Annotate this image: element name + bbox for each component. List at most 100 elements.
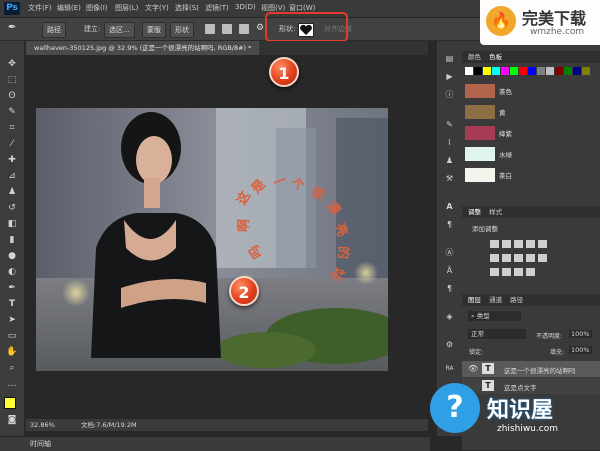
eye-icon[interactable]: 👁 (468, 364, 478, 373)
gradient-tool-icon[interactable]: ▮ (5, 235, 19, 246)
blur-tool-icon[interactable]: ● (5, 251, 19, 262)
document-tab[interactable]: wallhaven-350125.jpg @ 32.9% (这是一个很漂亮的站啊… (26, 41, 260, 55)
fill-input[interactable]: 100% (569, 346, 592, 354)
stamp-tool-icon[interactable]: ♟ (5, 187, 19, 198)
clone-source-icon[interactable]: ♟ (444, 155, 455, 166)
swatch[interactable] (492, 67, 500, 75)
tab-adjustments[interactable]: 调整 (462, 208, 481, 216)
opacity-input[interactable]: 100% (569, 330, 592, 338)
zoom-tool-icon[interactable]: ⌕ (5, 363, 19, 374)
swatch[interactable] (555, 67, 563, 75)
mode-select[interactable]: 路径 (42, 22, 66, 38)
zoom-level[interactable]: 32.86% (30, 419, 55, 431)
text-on-path[interactable]: 这 是 一 个 很 漂 亮 的 站 啊 吗 (36, 108, 388, 371)
layer-filter-select[interactable]: ⌕ 类型 (468, 311, 521, 321)
menu-image[interactable]: 图像(I) (86, 3, 108, 13)
more-tools-icon[interactable]: … (5, 379, 19, 390)
tab-color[interactable]: 颜色 (462, 53, 481, 61)
foreground-color[interactable] (4, 397, 16, 409)
channel-mixer-icon[interactable] (538, 254, 547, 262)
posterize-icon[interactable] (502, 268, 511, 276)
move-tool-icon[interactable]: ✥ (5, 59, 19, 70)
char-style-icon[interactable]: Ä (444, 265, 455, 276)
curves-icon[interactable] (514, 240, 523, 248)
glyphs-icon[interactable]: Ⓐ (444, 247, 455, 258)
eyedropper-tool-icon[interactable]: ⁄ (5, 139, 19, 150)
swatch[interactable] (474, 67, 482, 75)
color-row[interactable]: 黄 (465, 103, 593, 121)
swatch[interactable] (537, 67, 545, 75)
pen-tool-preset-icon[interactable]: ✒ (8, 22, 24, 36)
crop-tool-icon[interactable]: ⌗ (5, 123, 19, 134)
brush-preset-icon[interactable]: ✎ (444, 119, 455, 130)
marquee-tool-icon[interactable]: ⬚ (5, 75, 19, 86)
tab-paths[interactable]: 路径 (504, 296, 523, 304)
menu-edit[interactable]: 编辑(E) (57, 3, 81, 13)
document-canvas[interactable]: 这 是 一 个 很 漂 亮 的 站 啊 吗 2 (36, 108, 388, 371)
swatch[interactable] (573, 67, 581, 75)
path-alignment-icon[interactable] (222, 24, 232, 34)
brightness-icon[interactable] (490, 240, 499, 248)
ra-icon[interactable]: RA (444, 363, 455, 374)
dodge-tool-icon[interactable]: ◐ (5, 267, 19, 278)
blend-mode-select[interactable]: 正常 (468, 329, 526, 339)
hue-saturation-icon[interactable] (490, 254, 499, 262)
photo-filter-icon[interactable] (526, 254, 535, 262)
history-brush-icon[interactable]: ↺ (5, 203, 19, 214)
color-row[interactable]: 绛紫 (465, 124, 593, 142)
vibrance-icon[interactable] (538, 240, 547, 248)
levels-icon[interactable] (502, 240, 511, 248)
shape-tool-icon[interactable]: ▭ (5, 331, 19, 342)
menu-type[interactable]: 文字(Y) (145, 3, 169, 13)
swatch[interactable] (510, 67, 518, 75)
make-selection-button[interactable]: 选区... (104, 22, 135, 38)
properties-icon[interactable]: ⚙ (444, 339, 455, 350)
color-row[interactable]: 茶白 (465, 166, 593, 184)
healing-tool-icon[interactable]: ✚ (5, 155, 19, 166)
menu-layer[interactable]: 图层(L) (115, 3, 138, 13)
pen-tool-icon[interactable]: ✒ (5, 283, 19, 294)
path-operations-icon[interactable] (205, 24, 215, 34)
tab-layers[interactable]: 图层 (462, 296, 481, 304)
3d-icon[interactable]: ◈ (444, 311, 455, 322)
history-icon[interactable]: ▤ (444, 53, 455, 64)
layer-row[interactable]: 👁 T 这是一个很漂亮的站啊吗 (462, 361, 600, 377)
actions-icon[interactable]: ▶ (444, 71, 455, 82)
swatch[interactable] (465, 67, 473, 75)
menu-file[interactable]: 文件(F) (28, 3, 52, 13)
color-row[interactable]: 水绿 (465, 145, 593, 163)
timeline-tab[interactable]: 时间轴 (30, 439, 51, 449)
tab-styles[interactable]: 样式 (483, 208, 502, 216)
tab-swatches[interactable]: 色板 (483, 53, 502, 61)
swatch[interactable] (519, 67, 527, 75)
brush-tool-icon[interactable]: ⊿ (5, 171, 19, 182)
swatch[interactable] (564, 67, 572, 75)
info-icon[interactable]: ⓘ (444, 89, 455, 100)
color-row[interactable]: 茶色 (465, 82, 593, 100)
threshold-icon[interactable] (514, 268, 523, 276)
character-icon[interactable]: A (444, 201, 455, 212)
menu-filter[interactable]: 滤镜(T) (205, 3, 229, 13)
make-shape-button[interactable]: 形状 (170, 22, 194, 38)
bw-icon[interactable] (514, 254, 523, 262)
type-tool-icon[interactable]: T (5, 299, 19, 310)
tool-presets-icon[interactable]: ⚒ (444, 173, 455, 184)
quick-select-tool-icon[interactable]: ✎ (5, 107, 19, 118)
swatch[interactable] (483, 67, 491, 75)
layer-name[interactable]: 这是一个很漂亮的站啊吗 (504, 365, 576, 375)
gradient-map-icon[interactable] (526, 268, 535, 276)
eraser-tool-icon[interactable]: ◧ (5, 219, 19, 230)
menu-3d[interactable]: 3D(D) (235, 3, 256, 11)
swatch[interactable] (528, 67, 536, 75)
color-balance-icon[interactable] (502, 254, 511, 262)
tab-channels[interactable]: 通道 (483, 296, 502, 304)
path-arrangement-icon[interactable] (239, 24, 249, 34)
paragraph-icon[interactable]: ¶ (444, 219, 455, 230)
menu-select[interactable]: 选择(S) (175, 3, 199, 13)
swatch[interactable] (501, 67, 509, 75)
lasso-tool-icon[interactable]: ʘ (5, 91, 19, 102)
gear-icon[interactable]: ⚙ (256, 23, 264, 33)
hand-tool-icon[interactable]: ✋ (5, 347, 19, 358)
brush-icon[interactable]: ⌇ (444, 137, 455, 148)
invert-icon[interactable] (490, 268, 499, 276)
